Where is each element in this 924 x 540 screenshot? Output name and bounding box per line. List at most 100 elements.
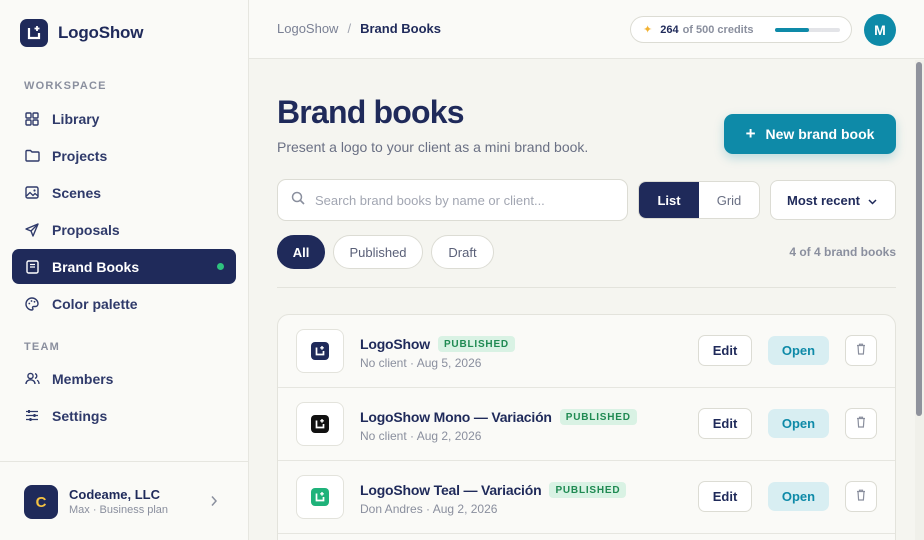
sparkle-icon: ✦ bbox=[643, 24, 653, 36]
brand-book-list: LogoShow PUBLISHED No client · Aug 5, 20… bbox=[277, 314, 896, 540]
brand-book-title: LogoShow Mono — Variación PUBLISHED bbox=[360, 409, 637, 425]
logoshow-mark-icon bbox=[311, 342, 329, 360]
brand-book-title: LogoShow PUBLISHED bbox=[360, 336, 515, 352]
sidebar: LogoShow WORKSPACE Library Projects Scen… bbox=[0, 0, 249, 540]
sidebar-item-brand-books[interactable]: Brand Books bbox=[12, 249, 236, 284]
breadcrumb: LogoShow / Brand Books bbox=[277, 21, 441, 36]
sidebar-item-label: Library bbox=[52, 110, 100, 127]
sidebar-item-label: Proposals bbox=[52, 221, 120, 238]
sidebar-item-label: Projects bbox=[52, 147, 108, 164]
sidebar-item-label: Settings bbox=[52, 407, 108, 424]
status-badge: PUBLISHED bbox=[549, 482, 627, 498]
open-button[interactable]: Open bbox=[768, 482, 829, 511]
sidebar-item-library[interactable]: Library bbox=[12, 101, 236, 136]
search-icon bbox=[291, 191, 305, 210]
trash-icon bbox=[856, 342, 866, 360]
new-brand-book-button[interactable]: + New brand book bbox=[724, 114, 896, 154]
brand-book-row[interactable]: LogoShow PUBLISHED No client · Aug 5, 20… bbox=[278, 315, 895, 388]
sidebar-item-label: Members bbox=[52, 370, 114, 387]
brand-book-meta: Don Andres · Aug 2, 2026 bbox=[360, 502, 498, 516]
trash-icon bbox=[856, 415, 866, 433]
brand-book-name: LogoShow Mono — Variación bbox=[360, 409, 552, 425]
credits-progress-bar bbox=[775, 28, 840, 32]
sliders-icon bbox=[24, 408, 40, 424]
brand-book-meta: No client · Aug 2, 2026 bbox=[360, 429, 482, 443]
brand-book-name: LogoShow bbox=[360, 336, 430, 352]
brand-book-meta: No client · Aug 5, 2026 bbox=[360, 356, 482, 370]
breadcrumb-current: Brand Books bbox=[360, 21, 441, 36]
breadcrumb-separator: / bbox=[347, 21, 352, 36]
open-button[interactable]: Open bbox=[768, 409, 829, 438]
credits-meter[interactable]: ✦ 264 of 500 credits bbox=[630, 16, 852, 43]
credits-progress-fill bbox=[775, 28, 810, 32]
chevron-down-icon bbox=[868, 193, 877, 208]
logoshow-mark-icon bbox=[311, 488, 329, 506]
sidebar-item-label: Color palette bbox=[52, 295, 138, 312]
account-plan: Max · Business plan bbox=[69, 504, 169, 516]
edit-button[interactable]: Edit bbox=[698, 408, 752, 439]
chevron-right-icon bbox=[210, 494, 218, 512]
sidebar-item-scenes[interactable]: Scenes bbox=[12, 175, 236, 210]
page-title: Brand books bbox=[277, 94, 465, 130]
scrollbar-thumb[interactable] bbox=[916, 62, 922, 416]
page-subtitle: Present a logo to your client as a mini … bbox=[277, 139, 589, 155]
status-badge: PUBLISHED bbox=[437, 336, 515, 352]
brand-book-row[interactable]: LogoShow Teal — Variación PUBLISHED Don … bbox=[278, 461, 895, 534]
account-name: Codeame, LLC bbox=[69, 487, 161, 502]
sidebar-item-settings[interactable]: Settings bbox=[12, 398, 236, 433]
image-icon bbox=[24, 185, 40, 201]
brand-book-thumbnail bbox=[296, 329, 344, 373]
brand[interactable]: LogoShow bbox=[20, 19, 143, 47]
account-switcher[interactable]: C Codeame, LLC Max · Business plan bbox=[0, 461, 248, 540]
brand-book-thumbnail bbox=[296, 402, 344, 446]
trash-icon bbox=[856, 488, 866, 506]
sidebar-item-proposals[interactable]: Proposals bbox=[12, 212, 236, 247]
view-toggle: List Grid bbox=[638, 181, 760, 219]
brand-book-row[interactable]: LogoShow Mono — Variación PUBLISHED No c… bbox=[278, 388, 895, 461]
view-list-button[interactable]: List bbox=[639, 182, 699, 218]
sidebar-item-label: Scenes bbox=[52, 184, 102, 201]
sidebar-item-label: Brand Books bbox=[52, 258, 140, 275]
logoshow-mark-icon bbox=[311, 415, 329, 433]
brand-book-title: LogoShow Teal — Variación PUBLISHED bbox=[360, 482, 627, 498]
breadcrumb-root-link[interactable]: LogoShow bbox=[277, 21, 338, 36]
active-status-dot bbox=[217, 263, 224, 270]
brand-book-thumbnail bbox=[296, 475, 344, 519]
search-box[interactable] bbox=[277, 179, 628, 221]
palette-icon bbox=[24, 296, 40, 312]
sidebar-item-projects[interactable]: Projects bbox=[12, 138, 236, 173]
team-section-label: TEAM bbox=[24, 341, 60, 353]
delete-button[interactable] bbox=[845, 481, 877, 512]
user-avatar[interactable]: M bbox=[864, 14, 896, 46]
sort-dropdown[interactable]: Most recent bbox=[770, 180, 896, 220]
main-content: Brand books Present a logo to your clien… bbox=[249, 60, 924, 540]
brand-name: LogoShow bbox=[58, 23, 144, 42]
users-icon bbox=[24, 371, 40, 387]
sidebar-item-color-palette[interactable]: Color palette bbox=[12, 286, 236, 321]
open-button[interactable]: Open bbox=[768, 336, 829, 365]
sort-label: Most recent bbox=[787, 192, 860, 208]
sidebar-item-members[interactable]: Members bbox=[12, 361, 236, 396]
filter-draft[interactable]: Draft bbox=[431, 235, 494, 269]
logoshow-mark-icon bbox=[20, 19, 48, 47]
filter-published[interactable]: Published bbox=[333, 235, 423, 269]
new-brand-book-label: New brand book bbox=[765, 126, 875, 142]
account-avatar: C bbox=[24, 485, 58, 519]
filter-all[interactable]: All bbox=[277, 235, 325, 269]
delete-button[interactable] bbox=[845, 335, 877, 366]
brand-book-name: LogoShow Teal — Variación bbox=[360, 482, 542, 498]
grid-icon bbox=[24, 111, 40, 127]
credits-used: 264 bbox=[660, 23, 679, 36]
workspace-section-label: WORKSPACE bbox=[24, 80, 107, 92]
credits-total: of 500 credits bbox=[682, 23, 754, 36]
book-icon bbox=[24, 259, 40, 275]
status-badge: PUBLISHED bbox=[559, 409, 637, 425]
search-input[interactable] bbox=[315, 192, 615, 208]
divider bbox=[277, 287, 896, 288]
edit-button[interactable]: Edit bbox=[698, 481, 752, 512]
delete-button[interactable] bbox=[845, 408, 877, 439]
scrollbar[interactable] bbox=[915, 60, 924, 540]
view-grid-button[interactable]: Grid bbox=[699, 182, 759, 218]
send-icon bbox=[24, 222, 40, 238]
edit-button[interactable]: Edit bbox=[698, 335, 752, 366]
